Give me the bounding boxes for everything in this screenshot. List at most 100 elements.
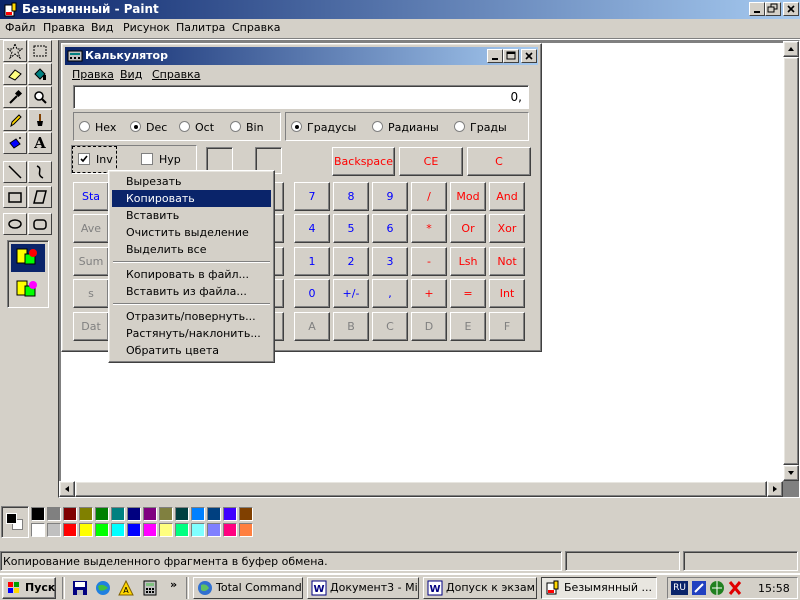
color-swatch[interactable] (207, 523, 221, 537)
color-swatch[interactable] (47, 507, 61, 521)
color-swatch[interactable] (79, 523, 93, 537)
calc-key-digit[interactable]: 6 (372, 214, 408, 243)
c-button[interactable]: C (467, 147, 531, 176)
calc-maximize-button[interactable] (503, 49, 519, 63)
antivirus-icon[interactable] (727, 580, 743, 596)
ctx-cut[interactable]: Вырезать (112, 173, 271, 190)
calc-key-op[interactable]: + (411, 279, 447, 308)
calc-key-op[interactable]: B (333, 312, 369, 341)
radio-degrees[interactable]: Градусы (291, 121, 356, 134)
ctx-select-all[interactable]: Выделить все (112, 241, 271, 258)
line-tool[interactable] (3, 161, 27, 183)
ctx-flip-rotate[interactable]: Отразить/повернуть... (112, 308, 271, 325)
calc-key-op[interactable]: D (411, 312, 447, 341)
tray-globe-icon[interactable] (709, 580, 725, 596)
menu-view[interactable]: Вид (86, 19, 118, 37)
rectangle-tool[interactable] (3, 186, 27, 208)
hscroll-thumb[interactable] (75, 481, 767, 497)
backspace-button[interactable]: Backspace (332, 147, 395, 176)
foreground-color[interactable] (6, 513, 17, 524)
ce-button[interactable]: CE (399, 147, 463, 176)
color-swatch[interactable] (79, 507, 93, 521)
calc-key-digit[interactable]: 3 (372, 247, 408, 276)
text-tool[interactable]: A (28, 132, 52, 154)
horizontal-scrollbar[interactable] (59, 481, 783, 497)
calc-key-digit[interactable]: 9 (372, 182, 408, 211)
eraser-tool[interactable] (3, 63, 27, 85)
calc-key-op[interactable]: Xor (489, 214, 525, 243)
calc-key-op[interactable]: * (411, 214, 447, 243)
color-swatch[interactable] (239, 507, 253, 521)
ctx-clear-selection[interactable]: Очистить выделение (112, 224, 271, 241)
calculator-quick-icon[interactable] (142, 580, 158, 596)
task-word-doc3[interactable]: W Документ3 - Mi... (307, 577, 419, 599)
color-swatch[interactable] (223, 507, 237, 521)
scroll-up-button[interactable] (783, 41, 799, 57)
stat-button-dat[interactable]: Dat (73, 312, 109, 341)
stat-button-ave[interactable]: Ave (73, 214, 109, 243)
menu-file[interactable]: Файл (0, 19, 40, 37)
quicklaunch-more-icon[interactable]: » (170, 578, 177, 591)
stat-button-sta[interactable]: Sta (73, 182, 109, 211)
ctx-paste-from-file[interactable]: Вставить из файла... (112, 283, 271, 300)
radio-dec[interactable]: Dec (130, 121, 167, 134)
restore-button[interactable] (765, 2, 781, 16)
calc-key-digit[interactable]: , (372, 279, 408, 308)
tray-app-icon[interactable] (691, 580, 707, 596)
calc-key-digit[interactable]: +/- (333, 279, 369, 308)
color-swatch[interactable] (111, 507, 125, 521)
menu-palette[interactable]: Палитра (171, 19, 230, 37)
calc-key-op[interactable]: Mod (450, 182, 486, 211)
language-indicator[interactable]: RU (671, 581, 688, 595)
calc-key-digit[interactable]: 5 (333, 214, 369, 243)
radio-grads[interactable]: Грады (454, 121, 507, 134)
color-swatch[interactable] (127, 507, 141, 521)
vertical-scrollbar[interactable] (783, 41, 799, 481)
browser-icon[interactable] (95, 580, 111, 596)
ctx-paste[interactable]: Вставить (112, 207, 271, 224)
calc-key-digit[interactable]: 2 (333, 247, 369, 276)
calc-key-digit[interactable]: 0 (294, 279, 330, 308)
calc-key-op[interactable]: E (450, 312, 486, 341)
scroll-right-button[interactable] (767, 481, 783, 497)
free-select-tool[interactable] (3, 40, 27, 62)
calc-key-digit[interactable]: 4 (294, 214, 330, 243)
scroll-down-button[interactable] (783, 465, 799, 481)
color-swatch[interactable] (223, 523, 237, 537)
radio-oct[interactable]: Oct (179, 121, 214, 134)
opaque-mode-option[interactable] (11, 244, 45, 272)
save-icon[interactable] (72, 580, 88, 596)
color-swatch[interactable] (95, 507, 109, 521)
color-swatch[interactable] (111, 523, 125, 537)
calc-key-digit[interactable]: 7 (294, 182, 330, 211)
calc-key-op[interactable]: F (489, 312, 525, 341)
polygon-tool[interactable] (28, 186, 52, 208)
ctx-copy[interactable]: Копировать (112, 190, 271, 207)
color-swatch[interactable] (63, 523, 77, 537)
radio-radians[interactable]: Радианы (372, 121, 439, 134)
calc-key-op[interactable]: C (372, 312, 408, 341)
color-swatch[interactable] (159, 507, 173, 521)
pencil-tool[interactable] (3, 109, 27, 131)
ctx-copy-to-file[interactable]: Копировать в файл... (112, 266, 271, 283)
start-button[interactable]: Пуск (2, 577, 56, 599)
calc-menu-view[interactable]: Вид (115, 66, 147, 84)
minimize-button[interactable] (749, 2, 765, 16)
calc-key-op[interactable]: / (411, 182, 447, 211)
menu-edit[interactable]: Правка (38, 19, 90, 37)
menu-image[interactable]: Рисунок (118, 19, 175, 37)
color-swatch[interactable] (47, 523, 61, 537)
scroll-left-button[interactable] (59, 481, 75, 497)
clock[interactable]: 15:58 (758, 582, 790, 595)
brush-tool[interactable] (28, 109, 52, 131)
calc-minimize-button[interactable] (487, 49, 503, 63)
radio-hex[interactable]: Hex (79, 121, 116, 134)
calc-key-op[interactable]: Or (450, 214, 486, 243)
stat-button-sum[interactable]: Sum (73, 247, 109, 276)
close-button[interactable] (783, 2, 799, 16)
color-swatch[interactable] (31, 523, 45, 537)
calc-key-op[interactable]: = (450, 279, 486, 308)
task-word-exam[interactable]: W Допуск к экзам... (423, 577, 537, 599)
ellipse-tool[interactable] (3, 213, 27, 235)
radio-bin[interactable]: Bin (230, 121, 264, 134)
